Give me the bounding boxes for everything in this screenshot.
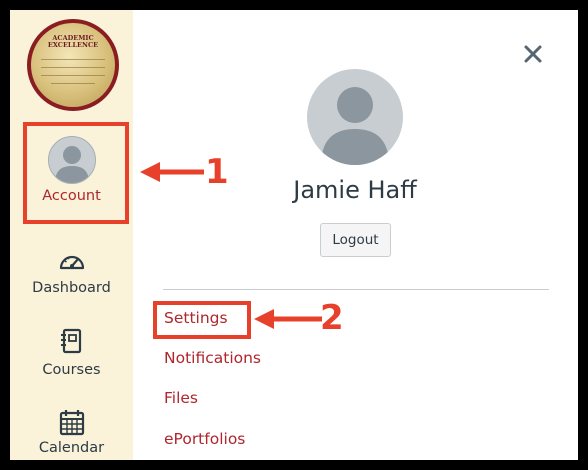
user-display-name: Jamie Haff (293, 176, 417, 204)
institution-logo[interactable]: ACADEMIC EXCELLENCE (27, 19, 119, 111)
sidebar-item-dashboard[interactable]: Dashboard (10, 250, 133, 306)
sidebar-item-label: Dashboard (32, 280, 111, 296)
annotation-number-2: 2 (320, 298, 344, 338)
logo-script-line (51, 83, 95, 84)
tray-link-files[interactable]: Files (164, 389, 198, 407)
logo-script-line (41, 67, 105, 68)
logo-script-line (41, 59, 105, 60)
annotation-arrow-2 (254, 309, 322, 329)
logo-seal: ACADEMIC EXCELLENCE (31, 23, 115, 107)
screenshot-frame: ACADEMIC EXCELLENCE Account Dashboard Co… (0, 0, 588, 470)
close-icon (524, 45, 542, 63)
user-silhouette-icon (321, 87, 389, 165)
sidebar-item-courses[interactable]: Courses (10, 328, 133, 388)
dashboard-gauge-icon (59, 255, 84, 270)
profile-avatar (307, 69, 403, 165)
annotation-number-1: 1 (205, 152, 229, 192)
annotation-arrow-1 (140, 162, 204, 182)
sidebar-item-label: Calendar (38, 440, 105, 456)
sidebar-item-calendar[interactable]: Calendar (10, 408, 133, 460)
global-nav-sidebar: ACADEMIC EXCELLENCE Account Dashboard Co… (10, 10, 133, 460)
sidebar-item-label: Courses (42, 362, 101, 378)
calendar-icon (59, 410, 84, 436)
logout-button[interactable]: Logout (320, 223, 391, 257)
annotation-highlight-settings (153, 301, 251, 339)
logo-script-line (41, 75, 105, 76)
tray-divider (163, 289, 549, 290)
annotation-highlight-account (23, 122, 129, 224)
tray-link-notifications[interactable]: Notifications (164, 349, 261, 367)
courses-book-icon (60, 328, 81, 354)
logo-text-line2: EXCELLENCE (47, 41, 99, 49)
logo-text: ACADEMIC EXCELLENCE (31, 35, 115, 49)
close-tray-button[interactable] (520, 41, 546, 67)
tray-link-eportfolios[interactable]: ePortfolios (164, 430, 245, 448)
